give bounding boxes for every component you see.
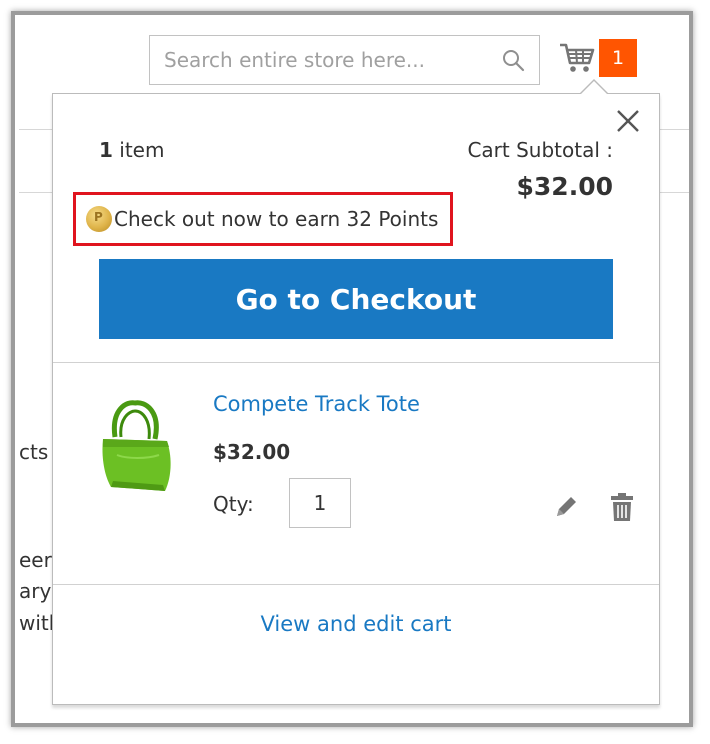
search-icon[interactable] (501, 48, 525, 72)
screenshot-frame: cts eer ary with 1 1 item Cart Subtotal … (11, 11, 693, 727)
subtotal-label: Cart Subtotal : (467, 138, 613, 162)
earn-points-message: P Check out now to earn 32 Points (73, 192, 453, 246)
points-coin-icon: P (86, 206, 112, 232)
qty-label: Qty: (213, 492, 254, 516)
product-name-link[interactable]: Compete Track Tote (213, 392, 420, 416)
edit-pencil-icon[interactable] (553, 494, 579, 520)
product-price: $32.00 (213, 440, 291, 464)
product-image[interactable] (97, 399, 173, 493)
background-text-fragment: ary (19, 579, 52, 603)
minicart-dropdown: 1 item Cart Subtotal : $32.00 P Check ou… (52, 93, 660, 705)
background-text-fragment: cts (19, 440, 49, 464)
cart-count-badge[interactable]: 1 (599, 39, 637, 77)
view-edit-cart-link[interactable]: View and edit cart (53, 612, 659, 636)
divider (53, 584, 659, 585)
close-icon[interactable] (615, 108, 641, 134)
subtotal-value: $32.00 (516, 172, 613, 201)
search-box (149, 35, 540, 85)
dropdown-caret-fill (581, 81, 607, 94)
items-count: 1 item (99, 138, 164, 162)
search-input[interactable] (150, 36, 490, 84)
qty-input[interactable] (289, 478, 351, 528)
checkout-button[interactable]: Go to Checkout (99, 259, 613, 339)
earn-points-text: Check out now to earn 32 Points (114, 207, 439, 231)
trash-icon[interactable] (609, 492, 635, 522)
background-text-fragment: eer (19, 548, 52, 572)
divider (53, 362, 659, 363)
items-count-number: 1 (99, 138, 113, 162)
cart-icon[interactable] (559, 41, 595, 75)
items-count-label: item (119, 138, 165, 162)
